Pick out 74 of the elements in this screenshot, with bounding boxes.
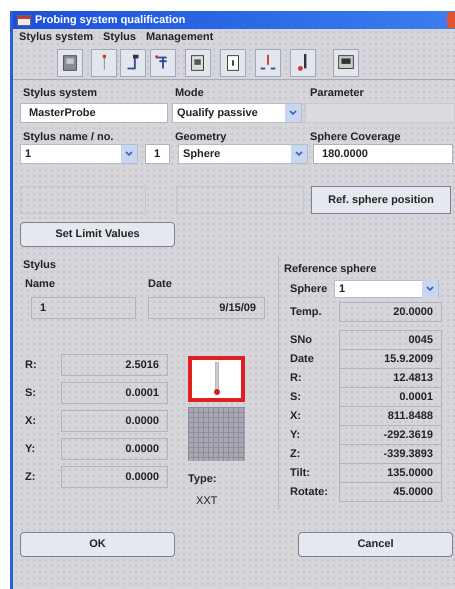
field-label: Name: [24, 277, 56, 290]
value-field: 2.5016: [61, 354, 168, 376]
field-label: S:: [289, 390, 302, 405]
input-field[interactable]: MasterProbe: [20, 103, 168, 123]
value-field: 9/15/09: [148, 297, 265, 319]
field-label: Temp.: [289, 304, 323, 320]
value-field: -292.3619: [339, 425, 442, 445]
value-field: 0.0000: [61, 410, 168, 432]
dialog-button[interactable]: Cancel: [298, 532, 453, 556]
field-label: X:: [289, 408, 302, 424]
value-field: 45.0000: [339, 482, 442, 502]
mode-dropdown[interactable]: Qualify passive: [172, 103, 302, 123]
value-field: 0.0001: [339, 387, 442, 407]
chevron-down-icon: [289, 110, 297, 116]
action-button[interactable]: Ref. sphere position: [311, 186, 451, 214]
value-field: 0.0000: [61, 466, 168, 488]
geometry-dropdown[interactable]: Sphere: [178, 144, 308, 164]
tool-button[interactable]: [57, 48, 83, 76]
field-label: Z:: [289, 446, 302, 462]
field-label: X:: [24, 414, 37, 429]
number-field: 1: [145, 144, 170, 164]
tool-button[interactable]: [332, 48, 358, 76]
field-label: Stylus system: [22, 86, 98, 99]
field-label: Mode: [175, 86, 205, 99]
chevron-down-icon: [426, 286, 434, 292]
type-value: XXT: [195, 494, 218, 509]
field-label: Sphere: [289, 282, 328, 297]
field-label: Stylus name / no.: [22, 130, 114, 143]
field-label: Date: [148, 277, 172, 290]
chevron-down-icon: [125, 151, 133, 157]
value-field: 0.0000: [61, 438, 168, 460]
chevron-down-icon: [295, 151, 303, 157]
field-label: R:: [289, 370, 303, 386]
tool-button[interactable]: [185, 48, 211, 76]
field-label: Geometry: [175, 130, 228, 143]
stylus-dropdown[interactable]: 1: [20, 144, 138, 164]
value-field: 0045: [339, 330, 442, 350]
field-label: SNo: [289, 332, 313, 348]
value-field: 20.0000: [339, 302, 442, 322]
window-icon: [17, 14, 31, 26]
menu-item[interactable]: Stylus system: [19, 29, 93, 46]
sphere-number-select[interactable]: 1: [334, 280, 439, 298]
grid-preview: [188, 407, 245, 461]
value-field: 811.8488: [339, 406, 442, 426]
value-field: 1: [31, 297, 136, 319]
field-label: Y:: [24, 442, 36, 457]
value-field: 12.4813: [339, 368, 442, 388]
field-label: Sphere Coverage: [310, 130, 400, 143]
field-label: Z:: [24, 470, 36, 485]
field-label: Tilt:: [289, 466, 311, 481]
window-title: Probing system qualification: [35, 12, 186, 28]
menu-item[interactable]: Stylus: [102, 29, 136, 46]
group-title: Reference sphere: [284, 262, 378, 275]
group-title: Stylus: [23, 258, 58, 271]
tool-button[interactable]: [120, 48, 146, 76]
tool-button[interactable]: [290, 48, 316, 76]
value-field: 135.0000: [339, 463, 442, 483]
pin-icon: [102, 54, 106, 71]
field-label: Y:: [289, 428, 302, 443]
set-limit-values-button[interactable]: Set Limit Values: [20, 222, 175, 247]
value-field: 0.0001: [61, 382, 168, 404]
value-field: -339.3893: [339, 444, 442, 464]
value-field: 15.9.2009: [339, 349, 442, 369]
field-label: R:: [24, 358, 38, 373]
tool-button[interactable]: [150, 48, 176, 76]
field-label: Parameter: [310, 86, 364, 99]
tool-button[interactable]: [220, 48, 246, 76]
field-label: Rotate:: [289, 484, 329, 500]
field-label: S:: [24, 386, 37, 401]
input-field[interactable]: 180.0000: [313, 144, 453, 164]
field-label: Date: [289, 352, 315, 367]
type-label: Type:: [188, 472, 218, 485]
dialog-button[interactable]: OK: [20, 532, 175, 556]
menu-item[interactable]: Management: [146, 29, 214, 46]
